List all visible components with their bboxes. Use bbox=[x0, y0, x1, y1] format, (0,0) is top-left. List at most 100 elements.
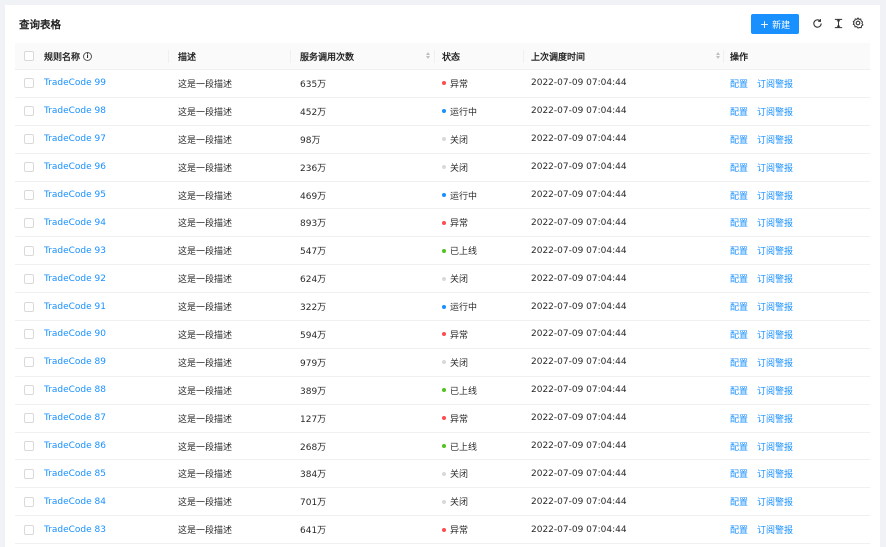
status-text: 异常 bbox=[450, 414, 469, 425]
column-divider bbox=[290, 50, 291, 63]
configure-link[interactable]: 配置 bbox=[730, 523, 748, 536]
rule-name-link[interactable]: TradeCode 93 bbox=[44, 237, 106, 264]
new-button[interactable]: + 新建 bbox=[751, 14, 799, 34]
subscribe-alert-link[interactable]: 订阅警报 bbox=[757, 216, 793, 229]
rule-name-link[interactable]: TradeCode 95 bbox=[44, 182, 106, 209]
rule-name-link[interactable]: TradeCode 88 bbox=[44, 377, 106, 404]
setting-icon[interactable] bbox=[851, 16, 865, 30]
row-checkbox[interactable] bbox=[24, 413, 34, 424]
row-checkbox[interactable] bbox=[24, 357, 34, 368]
row-checkbox[interactable] bbox=[24, 162, 34, 173]
subscribe-alert-link[interactable]: 订阅警报 bbox=[757, 105, 793, 118]
select-all-checkbox[interactable] bbox=[24, 51, 34, 61]
rule-description: 这是一段描述 bbox=[178, 163, 233, 174]
rule-description: 这是一段描述 bbox=[178, 414, 233, 425]
info-circle-icon[interactable]: i bbox=[83, 51, 93, 61]
configure-link[interactable]: 配置 bbox=[730, 216, 748, 229]
reload-icon[interactable] bbox=[810, 16, 824, 30]
configure-link[interactable]: 配置 bbox=[730, 440, 748, 453]
subscribe-alert-link[interactable]: 订阅警报 bbox=[757, 356, 793, 369]
configure-link[interactable]: 配置 bbox=[730, 161, 748, 174]
subscribe-alert-link[interactable]: 订阅警报 bbox=[757, 384, 793, 397]
call-count: 635万 bbox=[300, 79, 327, 90]
configure-link[interactable]: 配置 bbox=[730, 77, 748, 90]
status-text: 异常 bbox=[450, 526, 469, 537]
call-count: 547万 bbox=[300, 247, 327, 258]
row-actions: 配置 订阅警报 bbox=[730, 265, 793, 292]
row-actions: 配置 订阅警报 bbox=[730, 126, 793, 153]
row-actions: 配置 订阅警报 bbox=[730, 70, 793, 97]
table-row: TradeCode 84 这是一段描述 701万 关闭 2022-07-09 07:04… bbox=[15, 488, 870, 517]
row-select-cell bbox=[24, 265, 38, 292]
subscribe-alert-link[interactable]: 订阅警报 bbox=[757, 440, 793, 453]
subscribe-alert-link[interactable]: 订阅警报 bbox=[757, 272, 793, 285]
row-checkbox[interactable] bbox=[24, 190, 34, 200]
configure-link[interactable]: 配置 bbox=[730, 495, 748, 508]
rule-name-link[interactable]: TradeCode 98 bbox=[44, 98, 106, 125]
subscribe-alert-link[interactable]: 订阅警报 bbox=[757, 523, 793, 536]
last-schedule-time: 2022-07-09 07:04:44 bbox=[531, 496, 627, 507]
subscribe-alert-link[interactable]: 订阅警报 bbox=[757, 161, 793, 174]
table-header: 规则名称 i 描述 服务调用次数 状态 上次调度时间 操作 bbox=[15, 43, 870, 70]
row-actions: 配置 订阅警报 bbox=[730, 98, 793, 125]
configure-link[interactable]: 配置 bbox=[730, 467, 748, 480]
rule-name-link[interactable]: TradeCode 87 bbox=[44, 405, 106, 432]
sort-icon[interactable] bbox=[426, 52, 430, 59]
row-checkbox[interactable] bbox=[24, 301, 34, 312]
rule-name-link[interactable]: TradeCode 86 bbox=[44, 433, 106, 460]
rule-name-link[interactable]: TradeCode 84 bbox=[44, 488, 106, 515]
subscribe-alert-link[interactable]: 订阅警报 bbox=[757, 412, 793, 425]
column-header-calls[interactable]: 服务调用次数 bbox=[300, 43, 354, 69]
configure-link[interactable]: 配置 bbox=[730, 356, 748, 369]
configure-link[interactable]: 配置 bbox=[730, 272, 748, 285]
rule-name-link[interactable]: TradeCode 90 bbox=[44, 321, 106, 348]
row-checkbox[interactable] bbox=[24, 134, 34, 145]
rule-name-link[interactable]: TradeCode 92 bbox=[44, 265, 106, 292]
status-badge: 关闭 bbox=[442, 460, 468, 487]
last-schedule-time: 2022-07-09 07:04:44 bbox=[531, 134, 627, 145]
subscribe-alert-link[interactable]: 订阅警报 bbox=[757, 133, 793, 146]
rule-name-link[interactable]: TradeCode 85 bbox=[44, 460, 106, 487]
row-checkbox[interactable] bbox=[24, 385, 34, 396]
last-schedule-time: 2022-07-09 07:04:44 bbox=[531, 301, 627, 312]
column-header-time[interactable]: 上次调度时间 bbox=[531, 43, 585, 69]
configure-link[interactable]: 配置 bbox=[730, 105, 748, 118]
last-schedule-time: 2022-07-09 07:04:44 bbox=[531, 190, 627, 200]
rule-name-link[interactable]: TradeCode 96 bbox=[44, 154, 106, 181]
configure-link[interactable]: 配置 bbox=[730, 189, 748, 202]
rule-name-link[interactable]: TradeCode 97 bbox=[44, 126, 106, 153]
configure-link[interactable]: 配置 bbox=[730, 328, 748, 341]
row-actions: 配置 订阅警报 bbox=[730, 460, 793, 487]
row-checkbox[interactable] bbox=[24, 468, 34, 479]
configure-link[interactable]: 配置 bbox=[730, 300, 748, 313]
row-checkbox[interactable] bbox=[24, 217, 34, 228]
subscribe-alert-link[interactable]: 订阅警报 bbox=[757, 244, 793, 257]
column-height-icon[interactable] bbox=[831, 16, 845, 30]
row-checkbox[interactable] bbox=[24, 329, 34, 340]
row-checkbox[interactable] bbox=[24, 273, 34, 284]
configure-link[interactable]: 配置 bbox=[730, 384, 748, 397]
row-checkbox[interactable] bbox=[24, 441, 34, 452]
row-checkbox[interactable] bbox=[24, 78, 34, 89]
configure-link[interactable]: 配置 bbox=[730, 244, 748, 257]
rule-name-link[interactable]: TradeCode 89 bbox=[44, 349, 106, 376]
sort-icon[interactable] bbox=[716, 52, 720, 59]
subscribe-alert-link[interactable]: 订阅警报 bbox=[757, 189, 793, 202]
subscribe-alert-link[interactable]: 订阅警报 bbox=[757, 77, 793, 90]
rule-description: 这是一段描述 bbox=[178, 135, 233, 146]
row-checkbox[interactable] bbox=[24, 496, 34, 507]
subscribe-alert-link[interactable]: 订阅警报 bbox=[757, 328, 793, 341]
row-checkbox[interactable] bbox=[24, 524, 34, 535]
subscribe-alert-link[interactable]: 订阅警报 bbox=[757, 495, 793, 508]
rule-name-link[interactable]: TradeCode 91 bbox=[44, 293, 106, 320]
configure-link[interactable]: 配置 bbox=[730, 412, 748, 425]
configure-link[interactable]: 配置 bbox=[730, 133, 748, 146]
select-all-cell bbox=[24, 43, 38, 69]
rule-name-link[interactable]: TradeCode 99 bbox=[44, 70, 106, 97]
rule-name-link[interactable]: TradeCode 83 bbox=[44, 516, 106, 543]
subscribe-alert-link[interactable]: 订阅警报 bbox=[757, 467, 793, 480]
row-checkbox[interactable] bbox=[24, 106, 34, 117]
rule-name-link[interactable]: TradeCode 94 bbox=[44, 209, 106, 236]
subscribe-alert-link[interactable]: 订阅警报 bbox=[757, 300, 793, 313]
row-checkbox[interactable] bbox=[24, 245, 34, 256]
